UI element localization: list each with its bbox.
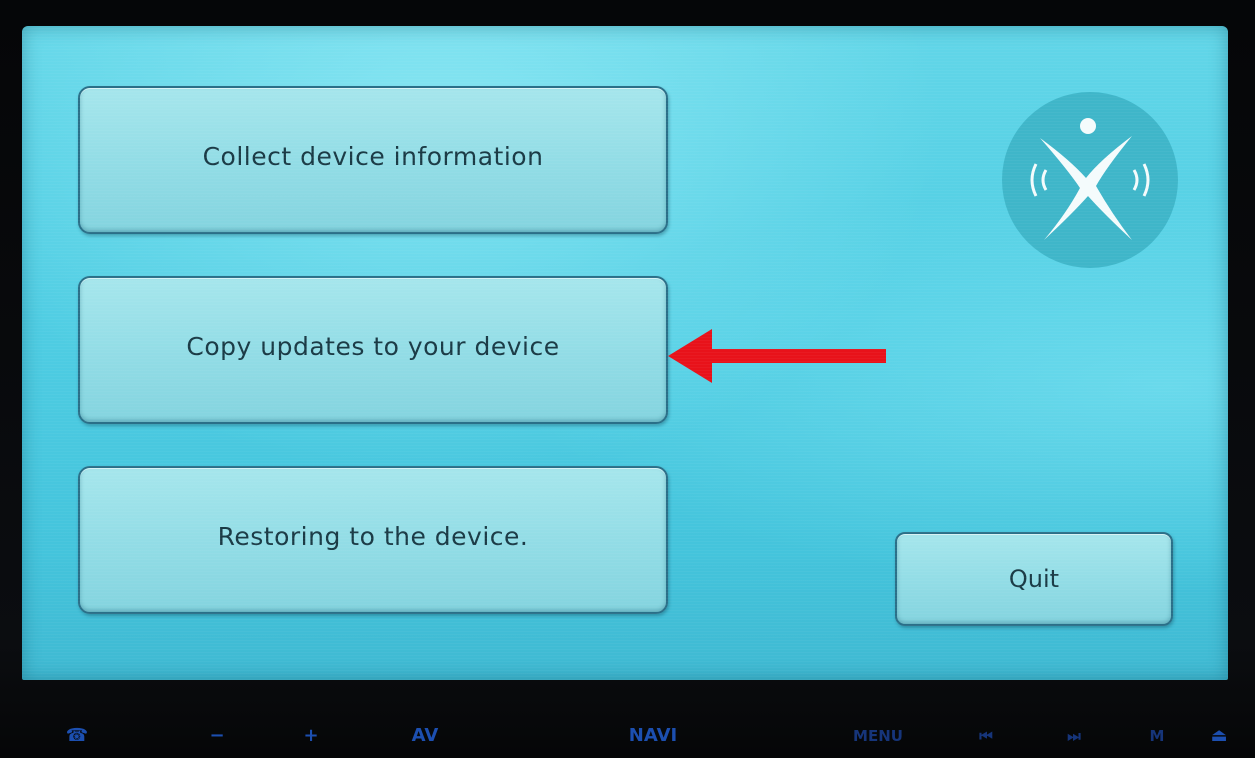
next-track-icon: ⏭: [1067, 727, 1081, 745]
navi-label: NAVI: [628, 725, 678, 746]
av-button[interactable]: AV: [400, 724, 450, 748]
x-figure-broadcast-icon: [1002, 92, 1178, 268]
menu-label: MENU: [853, 727, 903, 745]
quit-label: Quit: [1008, 565, 1060, 593]
m-button[interactable]: M: [1142, 724, 1172, 748]
collect-device-info-button[interactable]: Collect device information: [78, 86, 668, 234]
car-head-unit: Collect device information Copy updates …: [0, 0, 1255, 758]
volume-down-button[interactable]: −: [202, 724, 232, 748]
previous-track-icon: ⏮: [979, 727, 993, 745]
navi-button[interactable]: NAVI: [618, 724, 688, 748]
restore-device-label: Restoring to the device.: [217, 521, 529, 551]
av-label: AV: [411, 725, 439, 746]
copy-updates-label: Copy updates to your device: [186, 331, 560, 361]
red-left-arrow-icon: [668, 329, 886, 383]
volume-up-button[interactable]: +: [296, 724, 326, 748]
eject-button[interactable]: ⏏: [1204, 724, 1234, 748]
next-track-button[interactable]: ⏭: [1054, 724, 1094, 748]
menu-button[interactable]: MENU: [840, 724, 916, 748]
collect-device-info-label: Collect device information: [202, 141, 544, 171]
minus-icon: −: [209, 725, 225, 746]
touch-screen: Collect device information Copy updates …: [22, 26, 1228, 680]
phone-button[interactable]: ☎: [62, 724, 92, 748]
restore-device-button[interactable]: Restoring to the device.: [78, 466, 668, 614]
m-label: M: [1149, 727, 1165, 745]
plus-icon: +: [303, 725, 319, 746]
eject-icon: ⏏: [1210, 725, 1228, 746]
copy-updates-button[interactable]: Copy updates to your device: [78, 276, 668, 424]
previous-track-button[interactable]: ⏮: [966, 724, 1006, 748]
quit-button[interactable]: Quit: [895, 532, 1173, 626]
phone-icon: ☎: [65, 725, 89, 746]
hardware-button-bar: ☎ − + AV NAVI MENU ⏮ ⏭ M ⏏: [0, 700, 1255, 758]
